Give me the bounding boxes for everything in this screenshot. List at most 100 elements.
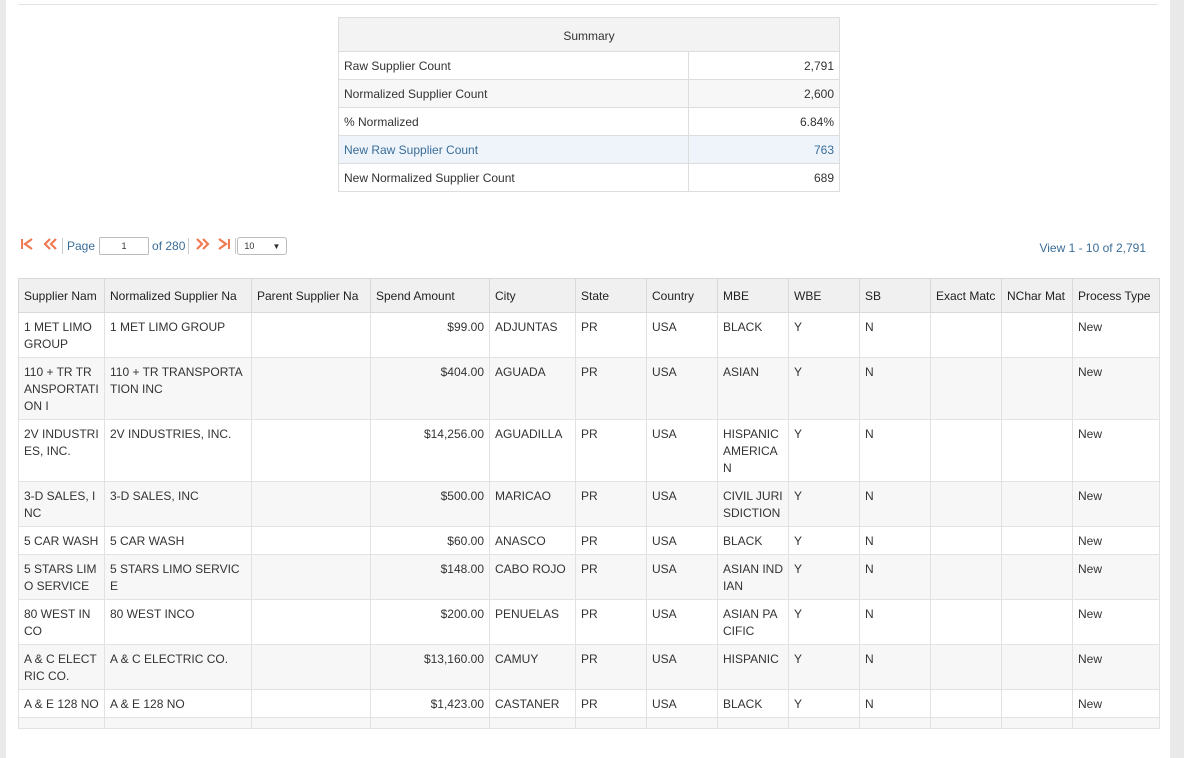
page-label: Page bbox=[67, 239, 96, 253]
table-cell: $13,160.00 bbox=[370, 644, 490, 690]
table-cell bbox=[104, 717, 252, 729]
summary-row: New Normalized Supplier Count 689 bbox=[338, 163, 840, 192]
table-cell: A & C ELECTRIC CO. bbox=[104, 644, 252, 690]
table-cell: BLACK bbox=[717, 526, 789, 555]
table-row[interactable]: A & E 128 NO A & E 128 NO $1,423.00 CASTANE… bbox=[18, 689, 1160, 718]
table-cell: PR bbox=[575, 481, 647, 527]
table-cell: N bbox=[859, 554, 931, 600]
table-cell: Y bbox=[788, 357, 860, 420]
column-header[interactable]: Normalized Supplier Na bbox=[104, 278, 252, 313]
page-count-label: of 280 bbox=[152, 239, 186, 253]
table-cell bbox=[1001, 419, 1073, 482]
column-header[interactable]: Supplier Nam bbox=[18, 278, 105, 313]
column-header[interactable]: NChar Mat bbox=[1001, 278, 1073, 313]
next-page-icon[interactable] bbox=[195, 236, 211, 256]
table-cell: USA bbox=[646, 554, 718, 600]
table-cell: AGUADA bbox=[489, 357, 576, 420]
column-header[interactable]: WBE bbox=[788, 278, 860, 313]
table-cell bbox=[1001, 312, 1073, 358]
grid-body: 1 MET LIMO GROUP 1 MET LIMO GROUP $99.00 AD… bbox=[18, 312, 1160, 729]
summary-value: 2,791 bbox=[688, 51, 840, 80]
table-cell bbox=[859, 717, 931, 729]
table-cell bbox=[251, 357, 371, 420]
table-cell: USA bbox=[646, 312, 718, 358]
table-cell: Y bbox=[788, 419, 860, 482]
caret-down-icon: ▼ bbox=[272, 241, 281, 251]
table-row[interactable]: 5 CAR WASH 5 CAR WASH $60.00 ANASCO PR USA BLA… bbox=[18, 526, 1160, 555]
column-header[interactable]: Spend Amount bbox=[370, 278, 490, 313]
table-cell: A & E 128 NO bbox=[18, 689, 105, 718]
summary-row[interactable]: New Raw Supplier Count 763 bbox=[338, 135, 840, 164]
table-row[interactable]: 5 STARS LIMO SERVICE 5 STARS LIMO SERVICE… bbox=[18, 554, 1160, 600]
grid-header-row: Supplier Nam Normalized Supplier Na Parent… bbox=[18, 278, 1160, 313]
table-cell: PR bbox=[575, 554, 647, 600]
table-row[interactable]: 2V INDUSTRIES, INC. 2V INDUSTRIES, INC. $1… bbox=[18, 419, 1160, 482]
table-cell bbox=[251, 644, 371, 690]
table-row[interactable]: 1 MET LIMO GROUP 1 MET LIMO GROUP $99.00 AD… bbox=[18, 312, 1160, 358]
table-cell: 1 MET LIMO GROUP bbox=[104, 312, 252, 358]
table-cell: $148.00 bbox=[370, 554, 490, 600]
table-cell: 1 MET LIMO GROUP bbox=[18, 312, 105, 358]
table-cell: $99.00 bbox=[370, 312, 490, 358]
table-cell: New bbox=[1072, 554, 1160, 600]
table-cell: 5 STARS LIMO SERVICE bbox=[104, 554, 252, 600]
table-cell: New bbox=[1072, 312, 1160, 358]
table-cell: 2V INDUSTRIES, INC. bbox=[104, 419, 252, 482]
table-cell: USA bbox=[646, 689, 718, 718]
last-page-icon[interactable] bbox=[217, 236, 231, 256]
pager-separator bbox=[235, 238, 237, 254]
table-row[interactable] bbox=[18, 717, 1160, 729]
prev-page-icon[interactable] bbox=[42, 236, 58, 256]
table-cell: Y bbox=[788, 599, 860, 645]
table-cell: HISPANIC bbox=[717, 644, 789, 690]
column-header[interactable]: Parent Supplier Na bbox=[251, 278, 371, 313]
table-cell: Y bbox=[788, 644, 860, 690]
table-cell: PR bbox=[575, 526, 647, 555]
table-cell: New bbox=[1072, 689, 1160, 718]
view-records-info: View 1 - 10 of 2,791 bbox=[1039, 241, 1146, 255]
column-header[interactable]: Process Type bbox=[1072, 278, 1160, 313]
table-cell: $500.00 bbox=[370, 481, 490, 527]
table-cell bbox=[930, 554, 1002, 600]
table-cell: Y bbox=[788, 554, 860, 600]
table-row[interactable]: 110 + TR TRANSPORTATION I 110 + TR TRANSP… bbox=[18, 357, 1160, 420]
column-header[interactable]: Country bbox=[646, 278, 718, 313]
column-header[interactable]: SB bbox=[859, 278, 931, 313]
first-page-icon[interactable] bbox=[20, 236, 34, 256]
column-header[interactable]: Exact Matc bbox=[930, 278, 1002, 313]
table-cell: New bbox=[1072, 481, 1160, 527]
right-scrollbar-track[interactable] bbox=[1170, 0, 1184, 758]
table-cell: CAMUY bbox=[489, 644, 576, 690]
table-cell bbox=[930, 717, 1002, 729]
table-cell: New bbox=[1072, 599, 1160, 645]
pager: Page of 280 10 ▼ bbox=[20, 236, 288, 256]
pager-separator bbox=[188, 238, 190, 254]
summary-value: 6.84% bbox=[688, 107, 840, 136]
column-header[interactable]: MBE bbox=[717, 278, 789, 313]
table-cell: USA bbox=[646, 357, 718, 420]
summary-label: Normalized Supplier Count bbox=[338, 79, 689, 108]
table-cell: New bbox=[1072, 644, 1160, 690]
table-cell: 110 + TR TRANSPORTATION I bbox=[18, 357, 105, 420]
table-row[interactable]: 80 WEST INCO 80 WEST INCO $200.00 PENUELAS P… bbox=[18, 599, 1160, 645]
table-cell: USA bbox=[646, 526, 718, 555]
table-cell: New bbox=[1072, 357, 1160, 420]
column-header[interactable]: City bbox=[489, 278, 576, 313]
pager-separator bbox=[62, 238, 63, 254]
table-row[interactable]: A & C ELECTRIC CO. A & C ELECTRIC CO. $13,… bbox=[18, 644, 1160, 690]
table-cell: MARICAO bbox=[489, 481, 576, 527]
table-cell bbox=[788, 717, 860, 729]
table-cell bbox=[251, 717, 371, 729]
table-cell bbox=[930, 599, 1002, 645]
table-cell: N bbox=[859, 419, 931, 482]
table-cell bbox=[251, 526, 371, 555]
table-cell: Y bbox=[788, 689, 860, 718]
table-cell: ANASCO bbox=[489, 526, 576, 555]
column-header[interactable]: State bbox=[575, 278, 647, 313]
page-number-input[interactable] bbox=[99, 237, 150, 255]
table-cell: 5 CAR WASH bbox=[18, 526, 105, 555]
table-row[interactable]: 3-D SALES, INC 3-D SALES, INC $500.00 MARIC… bbox=[18, 481, 1160, 527]
table-cell: USA bbox=[646, 419, 718, 482]
table-cell: AGUADILLA bbox=[489, 419, 576, 482]
page-size-select[interactable]: 10 ▼ bbox=[237, 237, 288, 255]
